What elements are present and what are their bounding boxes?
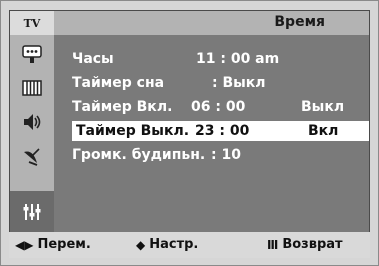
menu-item-clock[interactable]: Часы 11 : 00 am — [72, 49, 362, 69]
menu-item-value: : Выкл — [212, 75, 266, 91]
footer-return-hint: Ⅲ Возврат — [267, 237, 343, 252]
menu-title: Время — [274, 14, 325, 30]
footer-move-hint: ◀▶ Перем. — [15, 237, 91, 252]
input-icon[interactable] — [10, 37, 54, 71]
channel-icon[interactable] — [10, 139, 54, 173]
up-down-arrows-icon: ◆ — [136, 237, 146, 252]
sidebar-tv-label: TV — [10, 11, 54, 35]
menu-item-label: Таймер сна — [72, 75, 165, 91]
menu-footer: ◀▶ Перем. ◆ Настр. Ⅲ Возврат — [9, 232, 370, 258]
menu-item-off-timer[interactable]: Таймер Выкл. 23 : 00 Вкл — [72, 121, 369, 141]
menu-item-label: Часы — [72, 51, 114, 67]
menu-item-value: : 10 — [211, 147, 241, 163]
menu-item-label: Таймер Вкл. — [72, 99, 173, 115]
menu-sidebar: TV — [10, 11, 54, 232]
menu-item-label: Таймер Выкл. — [76, 123, 190, 139]
footer-adjust-hint: ◆ Настр. — [136, 237, 199, 252]
menu-icon: Ⅲ — [267, 237, 279, 252]
osd-menu: TV Время Часы 11: 00 am Таймер сна: Вы… — [9, 10, 370, 233]
setup-icon[interactable] — [10, 191, 54, 232]
menu-item-on-timer[interactable]: Таймер Вкл. 06 : 00 Выкл — [72, 97, 362, 117]
menu-item-alarm-volume[interactable]: Громк. будипьн. : 10 — [72, 145, 362, 165]
menu-item-value: 11 : 00 am — [196, 51, 280, 67]
menu-content: Часы 11 : 00 am Таймер сна : Выкл Таймер… — [54, 35, 369, 232]
menu-item-status: Вкл — [308, 123, 339, 139]
menu-header: Время — [54, 11, 369, 35]
menu-item-label: Громк. будипьн. — [72, 147, 206, 163]
left-right-arrows-icon: ◀▶ — [15, 237, 34, 252]
menu-item-sleep-timer[interactable]: Таймер сна : Выкл — [72, 73, 362, 93]
menu-item-status: Выкл — [301, 99, 345, 115]
sound-icon[interactable] — [10, 105, 54, 139]
menu-item-value: 23 : 00 — [195, 123, 250, 139]
picture-icon[interactable] — [10, 71, 54, 105]
menu-item-value: 06 : 00 — [191, 99, 246, 115]
